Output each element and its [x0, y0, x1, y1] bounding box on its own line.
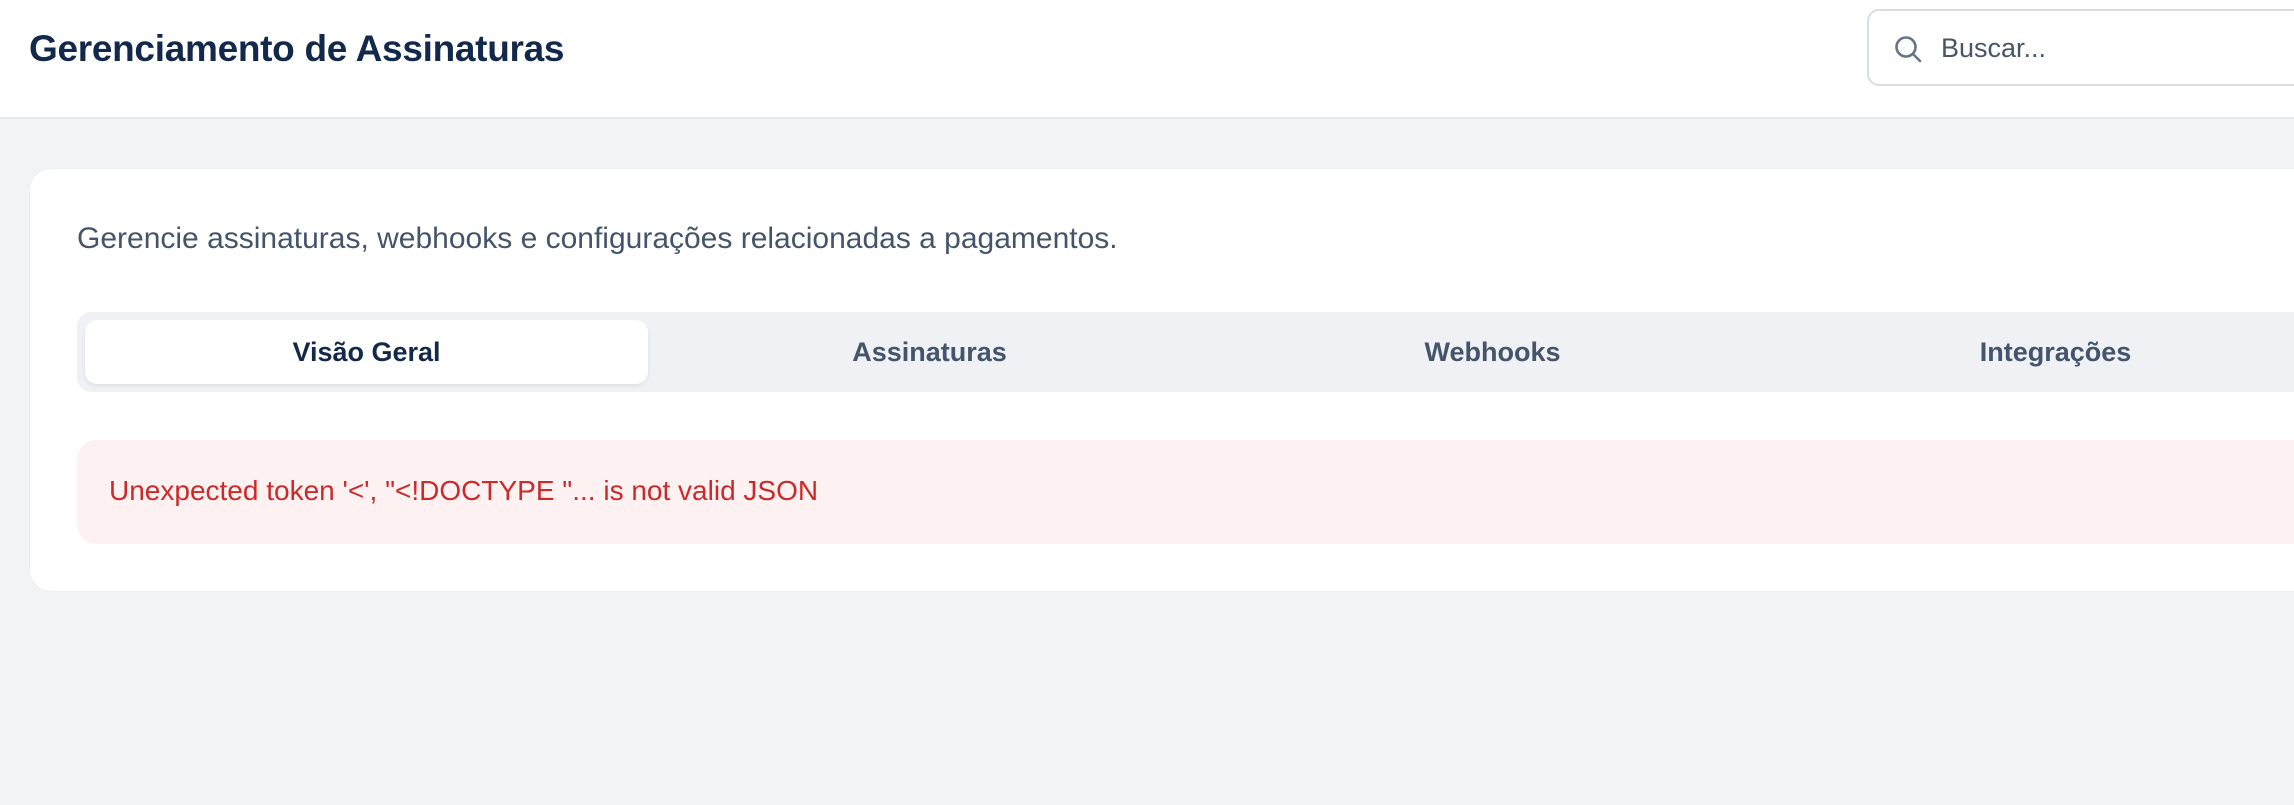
page-title: Gerenciamento de Assinaturas	[29, 28, 565, 69]
tab-bar: Visão Geral Assinaturas Webhooks Integra…	[77, 312, 2294, 392]
search-box[interactable]	[1867, 9, 2294, 86]
error-message: Unexpected token '<', "<!DOCTYPE "... is…	[109, 475, 819, 506]
error-alert: Unexpected token '<', "<!DOCTYPE "... is…	[77, 440, 2294, 544]
tab-webhooks[interactable]: Webhooks	[1211, 320, 1774, 384]
page-description: Gerencie assinaturas, webhooks e configu…	[77, 222, 1118, 255]
search-input[interactable]	[1941, 27, 2294, 69]
tab-visao-geral[interactable]: Visão Geral	[85, 320, 648, 384]
tab-integracoes[interactable]: Integrações	[1774, 320, 2294, 384]
app-header: Gerenciamento de Assinaturas	[0, 0, 2294, 119]
content-card: Gerencie assinaturas, webhooks e configu…	[29, 168, 2294, 592]
search-icon	[1895, 36, 1922, 63]
tab-assinaturas[interactable]: Assinaturas	[648, 320, 1211, 384]
